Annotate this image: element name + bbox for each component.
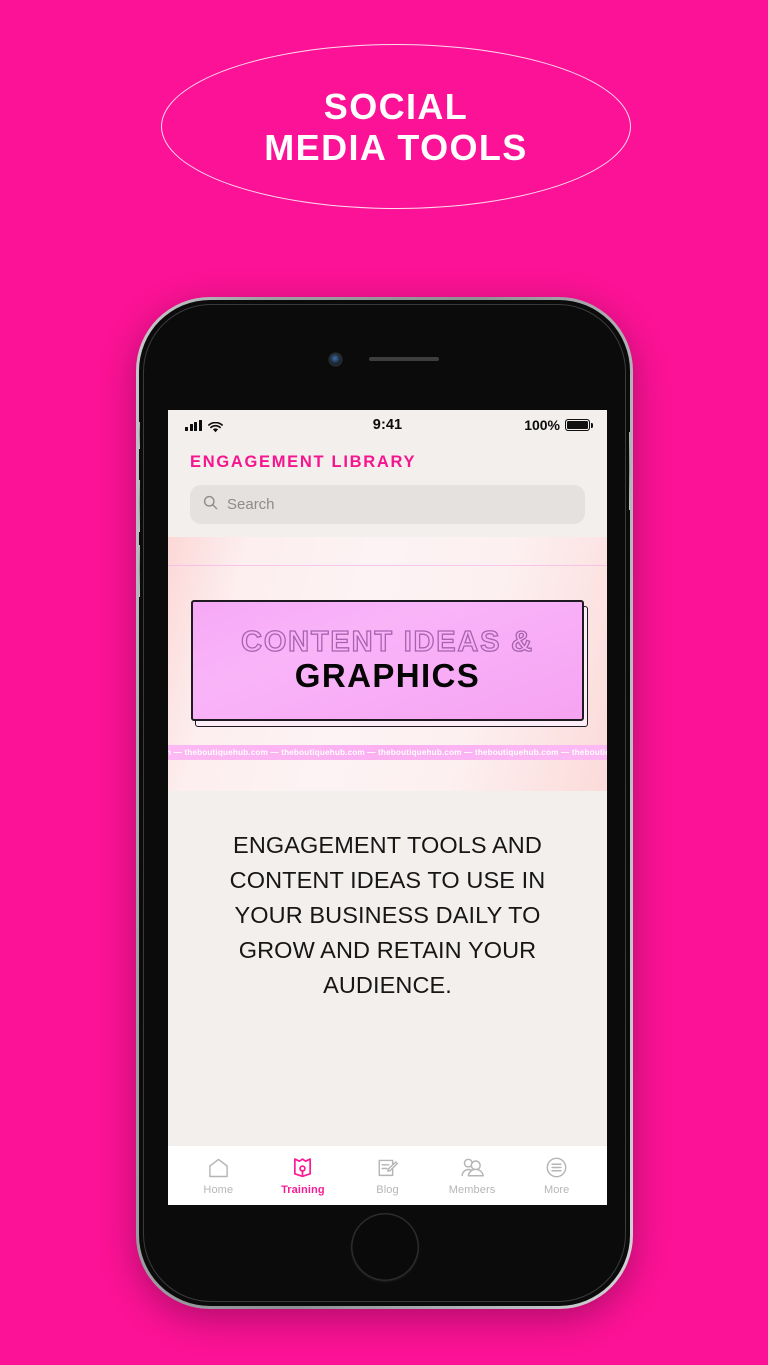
tab-more[interactable]: More bbox=[514, 1146, 599, 1205]
sensor-row bbox=[139, 352, 630, 366]
headline-badge: SOCIAL MEDIA TOOLS bbox=[161, 44, 631, 209]
watermark-text: hub.com — theboutiquehub.com — theboutiq… bbox=[168, 748, 607, 757]
home-icon bbox=[207, 1156, 230, 1180]
banner-hairline bbox=[168, 565, 607, 566]
search-placeholder: Search bbox=[227, 496, 275, 513]
tab-home[interactable]: Home bbox=[176, 1146, 261, 1205]
headline-line-2: MEDIA TOOLS bbox=[264, 126, 528, 168]
tab-members-label: Members bbox=[448, 1183, 496, 1196]
volume-down-button[interactable] bbox=[139, 545, 140, 597]
banner-title-line-1: CONTENT IDEAS & bbox=[240, 625, 534, 658]
document-pencil-icon bbox=[376, 1156, 399, 1180]
search-icon bbox=[203, 495, 218, 515]
watermark-marquee: hub.com — theboutiquehub.com — theboutiq… bbox=[168, 745, 607, 760]
banner-title-line-2: GRAPHICS bbox=[294, 657, 481, 695]
book-icon bbox=[291, 1156, 314, 1180]
banner-card[interactable]: CONTENT IDEAS & GRAPHICS bbox=[191, 600, 584, 721]
description-text: ENGAGEMENT TOOLS AND CONTENT IDEAS TO US… bbox=[168, 791, 607, 1003]
menu-circle-icon bbox=[545, 1156, 568, 1180]
phone-mockup: 9:41 100% ENGAGEMENT LIBRARY Search CONT… bbox=[136, 297, 633, 1309]
tab-blog-label: Blog bbox=[376, 1183, 399, 1196]
power-button[interactable] bbox=[629, 432, 630, 510]
banner-area[interactable]: CONTENT IDEAS & GRAPHICS hub.com — thebo… bbox=[168, 537, 607, 791]
tab-members[interactable]: Members bbox=[430, 1146, 515, 1205]
earpiece-speaker bbox=[369, 356, 439, 362]
bottom-tab-bar: Home Training Blog Members More bbox=[168, 1146, 607, 1205]
tab-home-label: Home bbox=[203, 1183, 234, 1196]
status-bar: 9:41 100% bbox=[168, 410, 607, 440]
phone-screen: 9:41 100% ENGAGEMENT LIBRARY Search CONT… bbox=[168, 410, 607, 1205]
front-camera-icon bbox=[330, 353, 341, 365]
volume-up-button[interactable] bbox=[139, 480, 140, 532]
silence-switch[interactable] bbox=[139, 422, 140, 449]
tab-blog[interactable]: Blog bbox=[345, 1146, 430, 1205]
banner-card-wrapper[interactable]: CONTENT IDEAS & GRAPHICS bbox=[191, 600, 588, 727]
headline-line-1: SOCIAL bbox=[323, 85, 469, 127]
phone-body: 9:41 100% ENGAGEMENT LIBRARY Search CONT… bbox=[139, 300, 630, 1306]
battery-percent-label: 100% bbox=[524, 417, 560, 433]
page-title: ENGAGEMENT LIBRARY bbox=[190, 453, 417, 471]
home-button[interactable] bbox=[350, 1213, 419, 1281]
search-input[interactable]: Search bbox=[190, 485, 585, 524]
status-bar-right: 100% bbox=[524, 417, 593, 433]
battery-full-icon bbox=[565, 418, 593, 432]
search-bar-container: Search bbox=[168, 472, 607, 537]
people-icon bbox=[460, 1156, 485, 1180]
tab-training-label: Training bbox=[281, 1183, 325, 1196]
app-header: ENGAGEMENT LIBRARY bbox=[168, 440, 607, 472]
tab-more-label: More bbox=[543, 1183, 570, 1196]
tab-training[interactable]: Training bbox=[261, 1146, 346, 1205]
